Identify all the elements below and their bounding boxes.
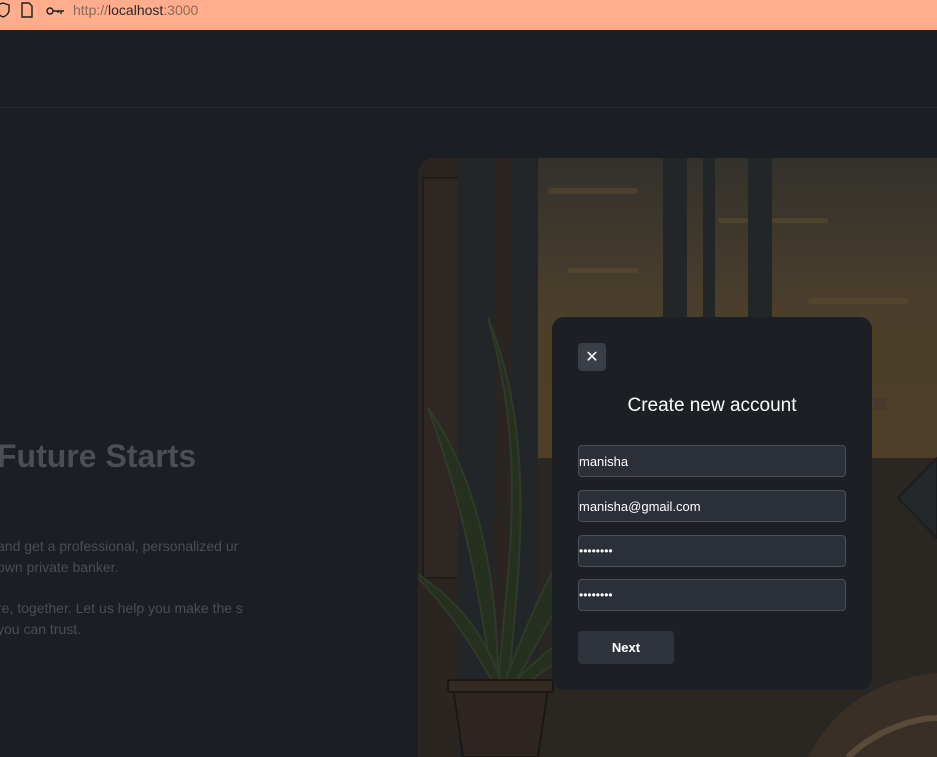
shield-icon[interactable] [0, 2, 10, 23]
hero-title: Future Starts [0, 438, 197, 474]
name-input[interactable] [578, 445, 846, 477]
password-input[interactable] [578, 535, 846, 567]
close-button[interactable]: ✕ [578, 343, 606, 371]
url-host: localhost [108, 2, 164, 18]
next-button[interactable]: Next [578, 631, 674, 664]
confirm-password-input[interactable] [578, 579, 846, 611]
url-port: :3000 [163, 2, 199, 18]
modal-title: Create new account [627, 395, 797, 416]
create-account-modal: ✕ Create new account Next [552, 317, 872, 690]
address-bar-url[interactable]: http://localhost:3000 [73, 2, 198, 18]
hero-paragraph-1: and get a professional, personalized ur … [0, 538, 239, 575]
top-navbar [0, 30, 937, 108]
browser-bar: http://localhost:3000 [0, 0, 937, 30]
hero-paragraph-2: re, together. Let us help you make the s… [0, 600, 243, 637]
email-input[interactable] [578, 490, 846, 522]
url-scheme: http:// [73, 2, 109, 18]
page-icon[interactable] [20, 2, 34, 23]
key-icon[interactable] [46, 4, 66, 22]
